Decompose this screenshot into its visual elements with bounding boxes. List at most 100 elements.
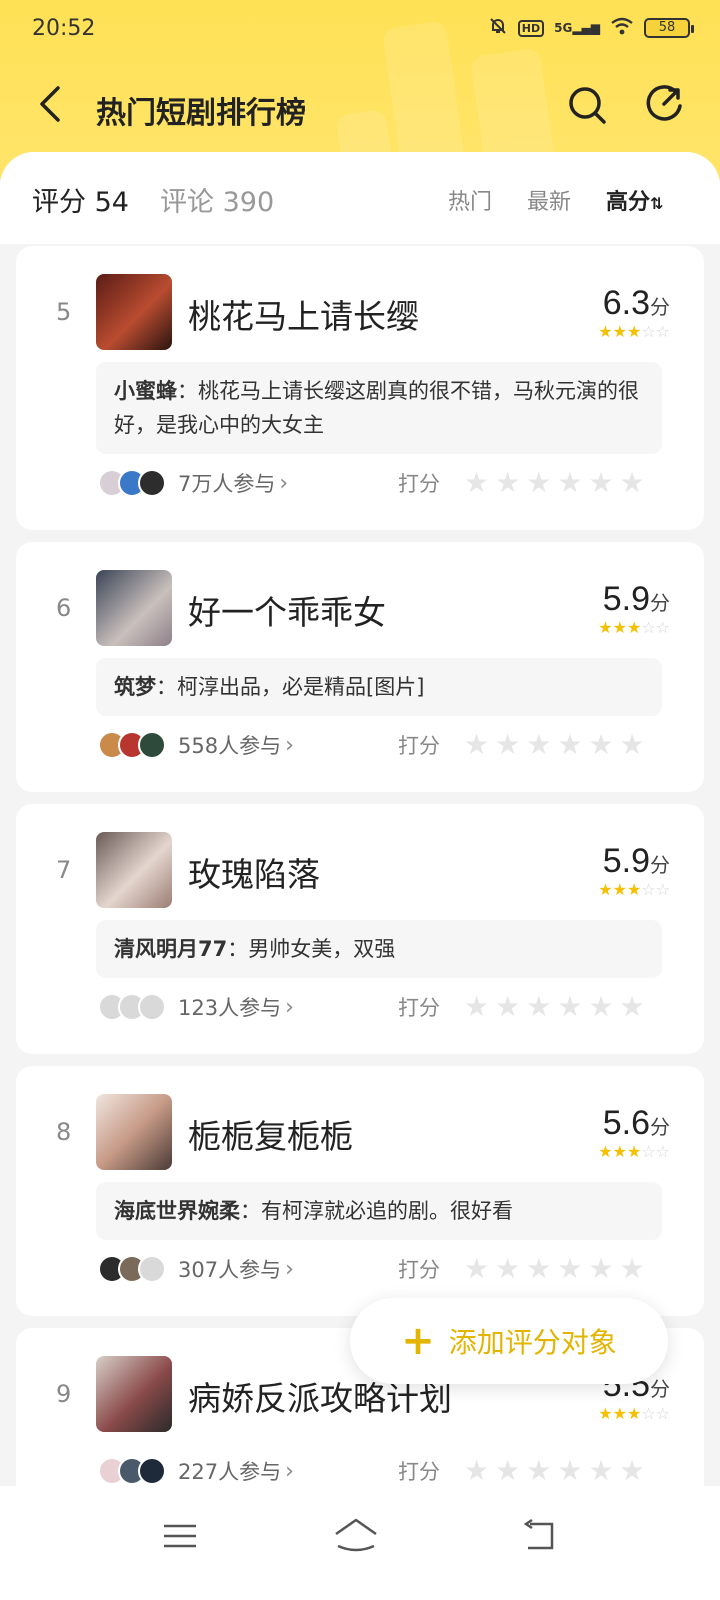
- menu-icon[interactable]: [160, 1516, 200, 1556]
- star-icon[interactable]: ★: [620, 1454, 645, 1488]
- star-icon[interactable]: ★: [464, 466, 489, 500]
- avatar-group: [98, 1255, 166, 1283]
- participants[interactable]: 227人参与 ›: [98, 1454, 294, 1488]
- sort-high-score-label: 高分: [606, 190, 651, 215]
- comment-text: ：柯淳出品，必是精品[图片]: [156, 675, 425, 699]
- star-icon[interactable]: ★: [557, 990, 582, 1024]
- drama-title[interactable]: 栀栀复栀栀: [188, 1110, 353, 1158]
- drama-title[interactable]: 玫瑰陷落: [188, 848, 320, 896]
- star-icon[interactable]: ★: [526, 1252, 551, 1286]
- list-item[interactable]: 5 桃花马上请长缨 6.3分 ★★★☆☆ 小蜜蜂：桃花马上请长缨这剧真的很不错，…: [16, 246, 704, 530]
- drama-title[interactable]: 好一个乖乖女: [188, 586, 386, 634]
- sort-high-score[interactable]: 高分⇅: [606, 184, 663, 216]
- mute-bell-icon: [488, 16, 508, 40]
- score: 5.6分: [603, 1104, 670, 1143]
- score: 5.9分: [603, 580, 670, 619]
- rank-number: 6: [56, 594, 72, 622]
- nav-bar: 热门短剧排行榜: [0, 70, 720, 140]
- star-icon[interactable]: ★: [526, 1454, 551, 1488]
- rank-number: 9: [56, 1380, 72, 1408]
- poster-image[interactable]: [96, 570, 172, 646]
- score-unit: 分: [650, 853, 670, 877]
- star-icon[interactable]: ★: [495, 466, 520, 500]
- sort-hot[interactable]: 热门: [448, 184, 492, 216]
- network-type: 5G: [554, 21, 573, 35]
- search-icon[interactable]: [566, 84, 608, 126]
- star-icon[interactable]: ★: [620, 1252, 645, 1286]
- participants-count: 123人参与: [178, 996, 282, 1020]
- chevron-right-icon: ›: [279, 470, 289, 496]
- sort-latest[interactable]: 最新: [527, 184, 571, 216]
- rate-label: 打分: [398, 1460, 440, 1484]
- star-icon[interactable]: ★: [588, 466, 613, 500]
- star-icon[interactable]: ★: [620, 728, 645, 762]
- add-rating-object-label: 添加评分对象: [448, 1326, 617, 1359]
- star-icon[interactable]: ★: [526, 990, 551, 1024]
- comment-user: 小蜜蜂: [114, 379, 177, 403]
- back-arrow-icon[interactable]: [32, 84, 72, 124]
- star-icon[interactable]: ★: [588, 728, 613, 762]
- rate-stars[interactable]: ★ ★ ★ ★ ★ ★: [464, 1252, 645, 1286]
- avatar: [138, 1457, 166, 1485]
- rate-stars[interactable]: ★ ★ ★ ★ ★ ★: [464, 728, 645, 762]
- star-icon[interactable]: ★: [495, 1454, 520, 1488]
- comment-user: 海底世界婉柔: [114, 1199, 240, 1223]
- star-icon[interactable]: ★: [588, 1252, 613, 1286]
- comment-box[interactable]: 筑梦：柯淳出品，必是精品[图片]: [96, 658, 662, 716]
- participants[interactable]: 7万人参与 ›: [98, 466, 288, 500]
- star-icon[interactable]: ★: [557, 466, 582, 500]
- rate-stars[interactable]: ★ ★ ★ ★ ★ ★: [464, 466, 645, 500]
- comment-box[interactable]: 海底世界婉柔：有柯淳就必追的剧。很好看: [96, 1182, 662, 1240]
- star-icon[interactable]: ★: [526, 728, 551, 762]
- poster-image[interactable]: [96, 832, 172, 908]
- star-icon[interactable]: ★: [464, 1252, 489, 1286]
- comment-box[interactable]: 小蜜蜂：桃花马上请长缨这剧真的很不错，马秋元演的很好，是我心中的大女主: [96, 362, 662, 454]
- comment-box[interactable]: 清风明月77：男帅女美，双强: [96, 920, 662, 978]
- poster-image[interactable]: [96, 1356, 172, 1432]
- rate-label: 打分: [398, 734, 440, 758]
- star-icon[interactable]: ★: [557, 1454, 582, 1488]
- tab-score[interactable]: 评分 54: [32, 180, 129, 219]
- star-icon[interactable]: ★: [526, 466, 551, 500]
- star-icon[interactable]: ★: [557, 728, 582, 762]
- list-item[interactable]: 7 玫瑰陷落 5.9分 ★★★☆☆ 清风明月77：男帅女美，双强 123人参与 …: [16, 804, 704, 1054]
- participants[interactable]: 558人参与 ›: [98, 728, 294, 762]
- summary-bar: 评分 54 评论 390 热门 最新 高分⇅: [0, 152, 720, 244]
- star-icon[interactable]: ★: [495, 1252, 520, 1286]
- star-icon[interactable]: ★: [557, 1252, 582, 1286]
- participants[interactable]: 307人参与 ›: [98, 1252, 294, 1286]
- list-item[interactable]: 8 栀栀复栀栀 5.6分 ★★★☆☆ 海底世界婉柔：有柯淳就必追的剧。很好看 3…: [16, 1066, 704, 1316]
- avatar-group: [98, 1457, 166, 1485]
- add-rating-object-button[interactable]: + 添加评分对象: [350, 1298, 668, 1384]
- plus-icon: +: [401, 1318, 435, 1364]
- score-unit: 分: [650, 1377, 670, 1401]
- participants-count: 307人参与: [178, 1258, 282, 1282]
- back-icon[interactable]: [520, 1516, 560, 1556]
- drama-title[interactable]: 桃花马上请长缨: [188, 290, 419, 338]
- star-icon[interactable]: ★: [464, 728, 489, 762]
- star-icon[interactable]: ★: [464, 990, 489, 1024]
- star-icon[interactable]: ★: [588, 990, 613, 1024]
- star-icon[interactable]: ★: [464, 1454, 489, 1488]
- avatar-group: [98, 469, 166, 497]
- signal-icon: 5G▂▄▆: [554, 21, 600, 35]
- star-icon[interactable]: ★: [620, 466, 645, 500]
- star-icon[interactable]: ★: [620, 990, 645, 1024]
- poster-image[interactable]: [96, 274, 172, 350]
- star-icon[interactable]: ★: [588, 1454, 613, 1488]
- star-icon[interactable]: ★: [495, 728, 520, 762]
- tab-comment[interactable]: 评论 390: [160, 180, 274, 219]
- poster-image[interactable]: [96, 1094, 172, 1170]
- chevron-right-icon: ›: [285, 1458, 294, 1484]
- list-item[interactable]: 6 好一个乖乖女 5.9分 ★★★☆☆ 筑梦：柯淳出品，必是精品[图片] 558…: [16, 542, 704, 792]
- home-icon[interactable]: [332, 1516, 380, 1556]
- score-unit: 分: [650, 1115, 670, 1139]
- share-icon[interactable]: [642, 82, 686, 126]
- star-icon[interactable]: ★: [495, 990, 520, 1024]
- status-icons: HD 5G▂▄▆ 58: [488, 16, 694, 40]
- avatar-group: [98, 993, 166, 1021]
- participants[interactable]: 123人参与 ›: [98, 990, 294, 1024]
- rate-stars[interactable]: ★ ★ ★ ★ ★ ★: [464, 1454, 645, 1488]
- rate-stars[interactable]: ★ ★ ★ ★ ★ ★: [464, 990, 645, 1024]
- rank-number: 5: [56, 298, 72, 326]
